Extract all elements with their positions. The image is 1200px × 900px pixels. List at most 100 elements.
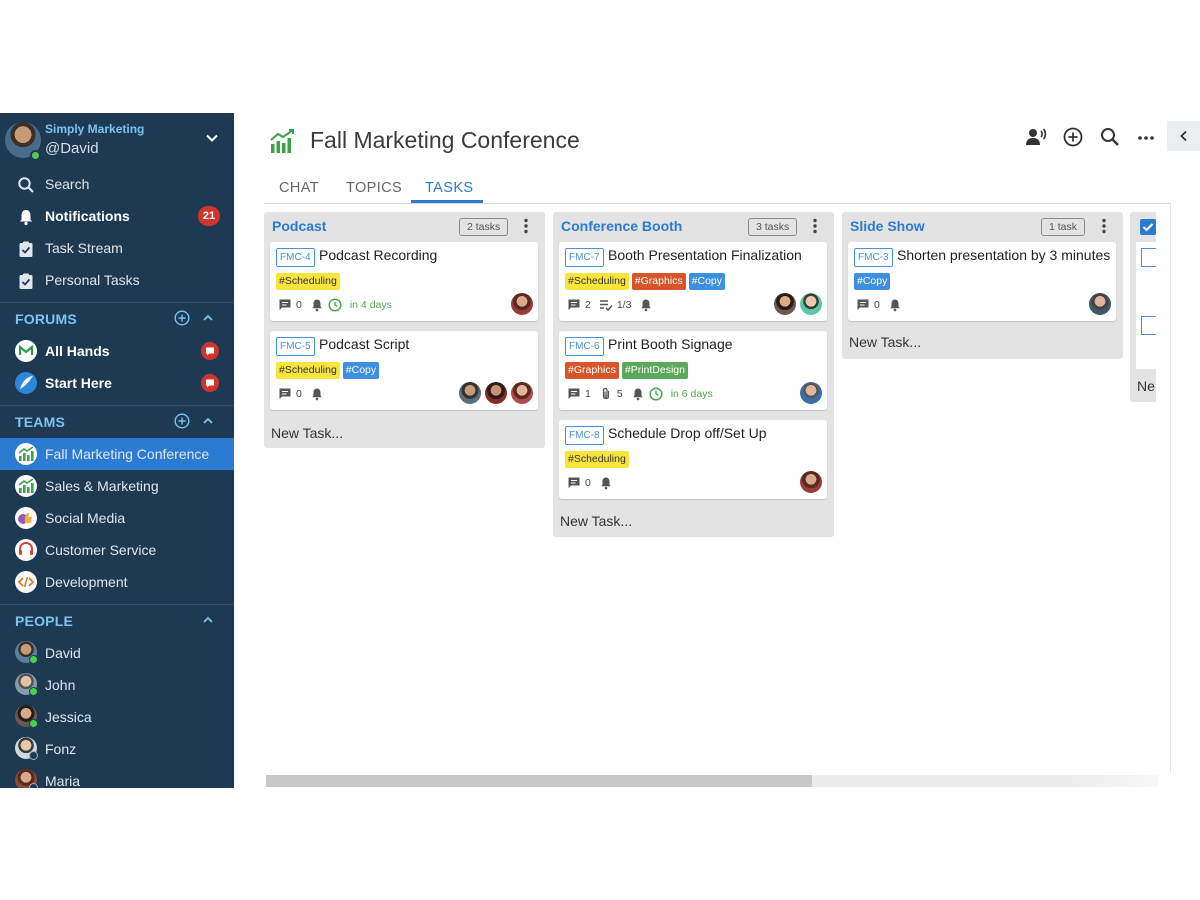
tag[interactable]: #Scheduling — [565, 273, 629, 290]
task-card[interactable]: FMC-7 Booth Presentation Finalization #S… — [559, 242, 827, 321]
nav-search-label: Search — [45, 176, 90, 192]
growth-chart-icon — [270, 129, 294, 153]
chevron-up-icon[interactable] — [201, 311, 215, 325]
add-forum-icon[interactable] — [174, 310, 190, 326]
team-label: Social Media — [45, 510, 126, 526]
code-icon — [15, 571, 37, 593]
task-card[interactable]: FMC-3 Shorten presentation by 3 minutes … — [848, 242, 1116, 321]
comment-icon — [568, 388, 580, 399]
avatar[interactable] — [485, 382, 507, 404]
chevron-up-icon[interactable] — [201, 613, 215, 627]
avatar[interactable] — [800, 293, 822, 315]
avatar[interactable] — [800, 471, 822, 493]
task-key: FMC-4 — [276, 248, 315, 267]
tag-list: #Scheduling #Graphics #Copy — [565, 273, 726, 290]
tag[interactable]: #Graphics — [631, 273, 686, 290]
bell-icon — [312, 388, 322, 401]
task-card[interactable]: FMC-4 Podcast Recording #Scheduling 0 in… — [270, 242, 538, 321]
avatar[interactable] — [1089, 293, 1111, 315]
sidebar-item-person[interactable]: David — [0, 637, 234, 669]
new-task-button[interactable]: New Task... — [560, 513, 632, 529]
chevron-left-icon — [1180, 130, 1187, 142]
new-task-button[interactable]: New Task... — [849, 334, 921, 350]
tag[interactable]: #Scheduling — [276, 362, 340, 379]
sidebar-item-person[interactable]: Fonz — [0, 733, 234, 765]
nav-personal-tasks[interactable]: Personal Tasks — [0, 264, 234, 296]
tag[interactable]: #Scheduling — [276, 273, 340, 290]
more-vertical-icon[interactable] — [812, 218, 818, 234]
paperclip-icon — [602, 387, 609, 400]
avatar[interactable] — [511, 293, 533, 315]
sidebar-item-all-hands[interactable]: All Hands — [0, 335, 234, 367]
sidebar: Simply Marketing @David Search Notificat… — [0, 113, 234, 788]
nav-notifications[interactable]: Notifications 21 — [0, 200, 234, 232]
sidebar-item-fall-marketing-conference[interactable]: Fall Marketing Conference — [0, 438, 234, 470]
add-team-icon[interactable] — [174, 413, 190, 429]
tag[interactable]: #PrintDesign — [621, 362, 688, 379]
list-title[interactable]: Conference Booth — [561, 218, 682, 234]
comment-count: 1 — [585, 388, 591, 400]
account-switcher[interactable]: Simply Marketing @David — [0, 113, 234, 170]
person-name: Jessica — [45, 709, 92, 725]
sidebar-item-social-media[interactable]: Social Media — [0, 502, 234, 534]
list-title[interactable]: Podcast — [272, 218, 326, 234]
tag[interactable]: #Copy — [688, 273, 726, 290]
comment-icon — [857, 299, 869, 310]
task-card[interactable] — [1136, 310, 1156, 369]
task-meta: 0 — [567, 475, 617, 491]
task-card[interactable]: FMC-6 Print Booth Signage #Graphics #Pri… — [559, 331, 827, 410]
task-key: FMC-6 — [565, 337, 604, 356]
panel-border — [1170, 203, 1171, 773]
avatar[interactable] — [774, 293, 796, 315]
voice-call-icon[interactable] — [1025, 126, 1047, 148]
sidebar-item-start-here[interactable]: Start Here — [0, 367, 234, 399]
add-circle-icon[interactable] — [1062, 126, 1084, 148]
sidebar-item-person[interactable]: Jessica — [0, 701, 234, 733]
person-name: Fonz — [45, 741, 77, 757]
sidebar-item-person[interactable]: John — [0, 669, 234, 701]
checkbox-icon[interactable] — [1140, 219, 1156, 235]
task-key — [1141, 248, 1156, 267]
more-vertical-icon[interactable] — [1101, 218, 1107, 234]
tab-chat[interactable]: CHAT — [279, 180, 319, 196]
task-list: Podcast 2 tasks FMC-4 Podcast Recording … — [264, 212, 545, 448]
new-task-button[interactable]: New Task... — [271, 425, 343, 441]
tag[interactable]: #Scheduling — [565, 451, 629, 468]
search-icon[interactable] — [1099, 126, 1121, 148]
sidebar-item-development[interactable]: Development — [0, 566, 234, 598]
nav-search[interactable]: Search — [0, 168, 234, 200]
tag[interactable]: #Copy — [342, 362, 380, 379]
scrollbar-thumb[interactable] — [266, 775, 812, 787]
clock-icon — [328, 298, 342, 312]
teams-section-header[interactable]: TEAMS — [0, 407, 234, 437]
task-card[interactable]: FMC-8 Schedule Drop off/Set Up #Scheduli… — [559, 420, 827, 499]
chevron-down-icon[interactable] — [204, 130, 220, 146]
task-card[interactable]: FMC-5 Podcast Script #Scheduling #Copy 0 — [270, 331, 538, 410]
avatar[interactable] — [511, 382, 533, 404]
people-section-header[interactable]: PEOPLE — [0, 606, 234, 636]
attachment-count: 5 — [616, 388, 623, 400]
chevron-up-icon[interactable] — [201, 414, 215, 428]
nav-task-stream-label: Task Stream — [45, 240, 123, 256]
tab-topics[interactable]: TOPICS — [346, 180, 402, 196]
task-title: Podcast Recording — [319, 247, 438, 263]
avatar[interactable] — [459, 382, 481, 404]
more-horizontal-icon[interactable] — [1135, 126, 1157, 148]
away-status-dot — [29, 783, 38, 788]
nav-task-stream[interactable]: Task Stream — [0, 232, 234, 264]
collapse-panel-button[interactable] — [1167, 121, 1200, 151]
tab-tasks[interactable]: TASKS — [425, 180, 473, 196]
sidebar-item-sales-marketing[interactable]: Sales & Marketing — [0, 470, 234, 502]
list-title[interactable]: Slide Show — [850, 218, 925, 234]
growth-chart-icon — [15, 443, 37, 465]
new-task-button[interactable]: Ne — [1137, 378, 1155, 394]
tag[interactable]: #Copy — [854, 273, 891, 290]
sidebar-item-person[interactable]: Maria — [0, 765, 234, 788]
more-vertical-icon[interactable] — [523, 218, 529, 234]
tag[interactable]: #Graphics — [565, 362, 619, 379]
forums-section-header[interactable]: FORUMS — [0, 304, 234, 334]
clock-icon — [649, 387, 663, 401]
avatar[interactable] — [800, 382, 822, 404]
search-icon — [18, 177, 34, 193]
sidebar-item-customer-service[interactable]: Customer Service — [0, 534, 234, 566]
